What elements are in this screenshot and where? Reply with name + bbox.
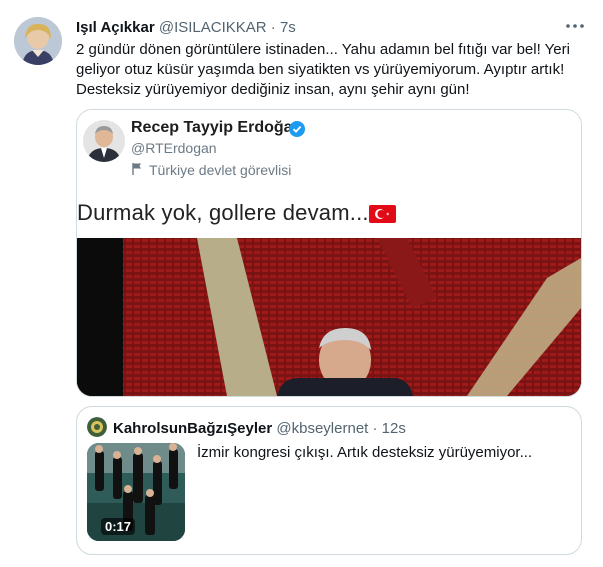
more-horizontal-icon[interactable] <box>563 14 587 38</box>
quoted-header: KahrolsunBağzıŞeyler @kbseylernet · 12s <box>113 419 406 439</box>
quoted-author-handle: @kbseylernet <box>276 420 369 437</box>
embedded-author-handle: @RTErdogan <box>131 140 217 156</box>
author-avatar[interactable] <box>14 17 62 65</box>
embedded-avatar <box>83 120 125 162</box>
quoted-video-thumbnail[interactable]: 0:17 <box>87 443 185 541</box>
verified-badge-icon <box>289 121 305 137</box>
embedded-author-role: Türkiye devlet görevlisi <box>149 162 292 178</box>
tweet-text: 2 gündür dönen görüntülere istinaden... … <box>76 41 570 98</box>
quoted-tweet[interactable]: KahrolsunBağzıŞeyler @kbseylernet · 12s <box>76 406 582 555</box>
tweet[interactable]: Işıl Açıkkar @ISILACIKKAR · 7s 2 gündür … <box>0 0 603 567</box>
quoted-author-avatar <box>87 417 107 437</box>
author-handle[interactable]: @ISILACIKKAR <box>159 19 267 36</box>
stadium-video-frame <box>77 238 581 396</box>
quoted-time: 12s <box>381 420 406 437</box>
video-duration: 0:17 <box>101 518 136 535</box>
embedded-tweet-header: Recep Tayyip Erdoğan @RTErdogan Türkiye … <box>77 110 581 238</box>
embedded-tweet-text: Durmak yok, gollere devam... <box>77 200 369 225</box>
tweet-time[interactable]: 7s <box>280 19 296 36</box>
flag-icon <box>131 162 143 176</box>
quoted-author-name: KahrolsunBağzıŞeyler <box>113 420 273 437</box>
turkey-flag-emoji <box>369 205 396 223</box>
embedded-media-image[interactable]: Recep Tayyip Erdoğan @RTErdogan Türkiye … <box>76 109 582 397</box>
tweet-header: Işıl Açıkkar @ISILACIKKAR · 7s <box>76 18 296 38</box>
quoted-tweet-text: İzmir kongresi çıkışı. Artık desteksiz y… <box>197 444 533 461</box>
author-name[interactable]: Işıl Açıkkar <box>76 19 155 36</box>
separator: · <box>270 19 276 36</box>
embedded-author-name: Recep Tayyip Erdoğan <box>131 119 303 136</box>
separator: · <box>372 420 378 437</box>
